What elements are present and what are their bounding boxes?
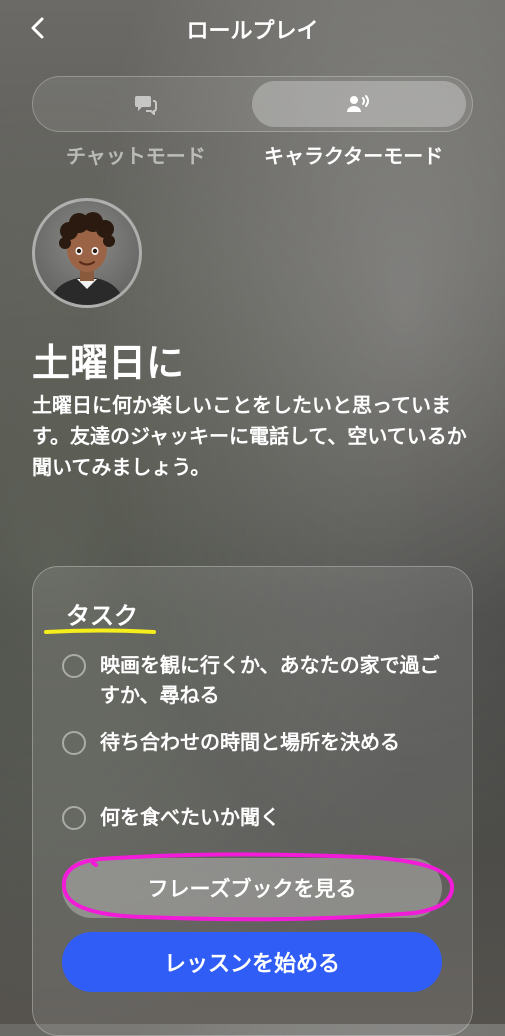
chat-mode-button[interactable] [39,81,253,127]
task-item[interactable]: 何を食べたいか聞く [62,802,440,832]
task-checkbox[interactable] [62,731,86,755]
scene-title: 土曜日に [32,341,185,385]
chat-icon [135,96,157,115]
task-item[interactable]: 映画を観に行くか、あなたの家で過ごすか、尋ねる [62,650,440,710]
character-avatar-icon [49,212,125,305]
character-mode-label[interactable]: キャラクターモード [264,140,443,169]
task-text: 映画を観に行くか、あなたの家で過ごすか、尋ねる [100,653,440,707]
avatar [32,198,142,308]
mode-switch [32,76,473,132]
character-mode-button[interactable] [252,81,466,127]
task-text: 何を食べたいか聞く [100,805,280,829]
task-text: 待ち合わせの時間と場所を決める [100,730,400,754]
scene-description: 土曜日に何か楽しいことをしたいと思っています。友達のジャッキーに電話して、空いて… [32,393,467,479]
header: ロールプレイ [0,0,505,56]
start-lesson-button[interactable]: レッスンを始める [62,932,442,992]
mode-labels: チャットモード キャラクターモード [0,140,505,170]
task-checkbox[interactable] [62,806,86,830]
task-item[interactable]: 待ち合わせの時間と場所を決める [62,727,440,757]
chat-mode-label[interactable]: チャットモード [66,140,206,169]
task-heading-underline [44,628,156,634]
phrasebook-button[interactable]: フレーズブックを見る [62,858,442,918]
page-title: ロールプレイ [186,19,319,44]
task-checkbox[interactable] [62,654,86,678]
voice-character-icon [347,95,369,112]
